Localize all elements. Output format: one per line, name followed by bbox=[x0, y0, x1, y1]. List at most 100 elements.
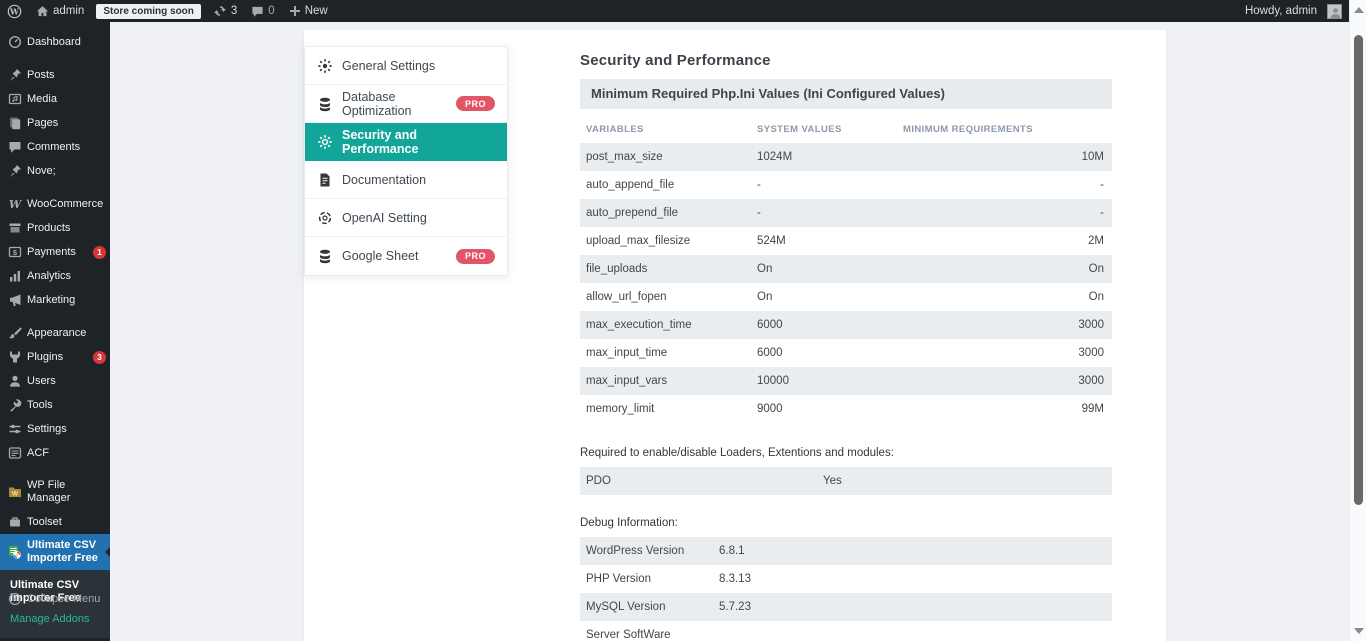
pro-badge: PRO bbox=[456, 249, 495, 264]
site-home-link[interactable]: admin bbox=[29, 0, 91, 22]
pro-badge: PRO bbox=[456, 96, 495, 111]
settings-content: Security and Performance Minimum Require… bbox=[580, 52, 1112, 641]
table-row: auto_append_file - - bbox=[580, 171, 1112, 199]
sidebar-item-analytics[interactable]: Analytics bbox=[0, 264, 110, 288]
system-value: 10000 bbox=[757, 374, 903, 388]
minimum-requirement: On bbox=[903, 262, 1104, 276]
admin-bar: W admin Store coming soon 3 0 New Howdy,… bbox=[0, 0, 1349, 22]
home-icon bbox=[36, 5, 49, 18]
comments-link[interactable]: 0 bbox=[244, 0, 281, 22]
svg-text:W: W bbox=[9, 198, 22, 211]
sidebar-item-posts[interactable]: Posts bbox=[0, 63, 110, 87]
variable-name: max_input_time bbox=[586, 346, 757, 360]
browser-scrollbar[interactable] bbox=[1349, 0, 1366, 641]
wordpress-logo-icon[interactable]: W bbox=[0, 0, 29, 22]
gear-icon bbox=[317, 58, 333, 74]
wrench-icon bbox=[8, 398, 22, 412]
table-row: allow_url_fopen On On bbox=[580, 283, 1112, 311]
megaphone-icon bbox=[8, 293, 22, 307]
debug-value: 6.8.1 bbox=[719, 544, 1104, 558]
system-value: 524M bbox=[757, 234, 903, 248]
table-row: upload_max_filesize 524M 2M bbox=[580, 227, 1112, 255]
debug-name: Server SoftWare bbox=[586, 628, 719, 641]
settings-card: General Settings Database Optimization P… bbox=[304, 30, 1166, 641]
debug-name: MySQL Version bbox=[586, 600, 719, 614]
sidebar-item-users[interactable]: Users bbox=[0, 369, 110, 393]
database-icon bbox=[317, 96, 333, 112]
new-content-link[interactable]: New bbox=[282, 0, 335, 22]
collapse-menu-button[interactable]: Collapse Menu bbox=[0, 587, 110, 611]
variable-name: auto_append_file bbox=[586, 178, 757, 192]
store-coming-soon-badge: Store coming soon bbox=[96, 4, 201, 19]
sidebar-item-pages[interactable]: Pages bbox=[0, 111, 110, 135]
system-value: 6000 bbox=[757, 318, 903, 332]
minimum-requirement: 99M bbox=[903, 402, 1104, 416]
table-row: memory_limit 9000 99M bbox=[580, 395, 1112, 423]
document-icon bbox=[317, 172, 333, 188]
sidebar-item-payments[interactable]: $ Payments 1 bbox=[0, 240, 110, 264]
payments-icon: $ bbox=[8, 245, 22, 259]
minimum-requirement: 3000 bbox=[903, 374, 1104, 388]
openai-icon bbox=[317, 210, 333, 226]
svg-text:W: W bbox=[9, 7, 20, 16]
updates-link[interactable]: 3 bbox=[206, 0, 244, 22]
sidebar-item-settings[interactable]: Settings bbox=[0, 417, 110, 441]
suitcase-icon bbox=[8, 515, 22, 529]
minimum-requirement: 3000 bbox=[903, 318, 1104, 332]
pushpin-icon bbox=[8, 68, 22, 82]
payments-count-badge: 1 bbox=[93, 246, 106, 259]
debug-value bbox=[719, 628, 1104, 641]
debug-name: PHP Version bbox=[586, 572, 719, 586]
sidebar-item-media[interactable]: Media bbox=[0, 87, 110, 111]
sidebar-item-tools[interactable]: Tools bbox=[0, 393, 110, 417]
page-title: Security and Performance bbox=[580, 52, 1112, 69]
plus-icon bbox=[289, 5, 301, 17]
sidebar-item-marketing[interactable]: Marketing bbox=[0, 288, 110, 312]
variable-name: auto_prepend_file bbox=[586, 206, 757, 220]
tab-general-settings[interactable]: General Settings bbox=[305, 47, 507, 85]
sidebar-item-comments[interactable]: Comments bbox=[0, 135, 110, 159]
scrollbar-up-arrow-icon[interactable] bbox=[1354, 7, 1364, 13]
my-account-link[interactable]: Howdy, admin bbox=[1238, 0, 1349, 22]
sidebar-item-plugins[interactable]: Plugins 3 bbox=[0, 345, 110, 369]
sidebar-item-woocommerce[interactable]: W WooCommerce bbox=[0, 192, 110, 216]
scrollbar-thumb[interactable] bbox=[1354, 35, 1363, 505]
column-header-system-values: SYSTEM VALUES bbox=[757, 124, 903, 135]
variable-name: allow_url_fopen bbox=[586, 290, 757, 304]
sidebar-item-ultimate-csv-importer[interactable]: Ultimate CSV Importer Free bbox=[0, 534, 110, 570]
sidebar-item-toolset[interactable]: Toolset bbox=[0, 510, 110, 534]
collapse-icon bbox=[8, 592, 22, 606]
plugin-icon bbox=[8, 350, 22, 364]
tab-google-sheet[interactable]: Google Sheet PRO bbox=[305, 237, 507, 275]
sidebar-item-nove[interactable]: Nove; bbox=[0, 159, 110, 183]
debug-value: 5.7.23 bbox=[719, 600, 1104, 614]
csv-importer-logo-icon bbox=[8, 545, 22, 559]
howdy-text: Howdy, admin bbox=[1245, 5, 1317, 17]
pushpin-icon bbox=[8, 164, 22, 178]
sidebar-item-dashboard[interactable]: Dashboard bbox=[0, 30, 110, 54]
dashboard-icon bbox=[8, 35, 22, 49]
system-value: On bbox=[757, 262, 903, 276]
woocommerce-icon: W bbox=[8, 197, 22, 211]
svg-text:$: $ bbox=[13, 248, 18, 257]
tab-openai-setting[interactable]: OpenAI Setting bbox=[305, 199, 507, 237]
updates-icon bbox=[213, 4, 227, 18]
comments-count: 0 bbox=[268, 5, 274, 17]
admin-sidebar: Dashboard Posts Media Pages Comments Nov… bbox=[0, 22, 110, 641]
tab-database-optimization[interactable]: Database Optimization PRO bbox=[305, 85, 507, 123]
variable-name: max_input_vars bbox=[586, 374, 757, 388]
settings-tabs: General Settings Database Optimization P… bbox=[304, 46, 508, 276]
minimum-requirement: 10M bbox=[903, 150, 1104, 164]
table-row: MySQL Version 5.7.23 bbox=[580, 593, 1112, 621]
brush-icon bbox=[8, 326, 22, 340]
sidebar-item-products[interactable]: Products bbox=[0, 216, 110, 240]
submenu-item-manage-addons[interactable]: Manage Addons bbox=[0, 609, 110, 630]
tab-documentation[interactable]: Documentation bbox=[305, 161, 507, 199]
scrollbar-down-arrow-icon[interactable] bbox=[1354, 628, 1364, 634]
sidebar-item-appearance[interactable]: Appearance bbox=[0, 321, 110, 345]
table-row: file_uploads On On bbox=[580, 255, 1112, 283]
sidebar-item-acf[interactable]: ACF bbox=[0, 441, 110, 465]
tab-security-and-performance[interactable]: Security and Performance bbox=[305, 123, 507, 161]
variable-name: post_max_size bbox=[586, 150, 757, 164]
sidebar-item-wp-file-manager[interactable]: W WP File Manager bbox=[0, 474, 110, 510]
